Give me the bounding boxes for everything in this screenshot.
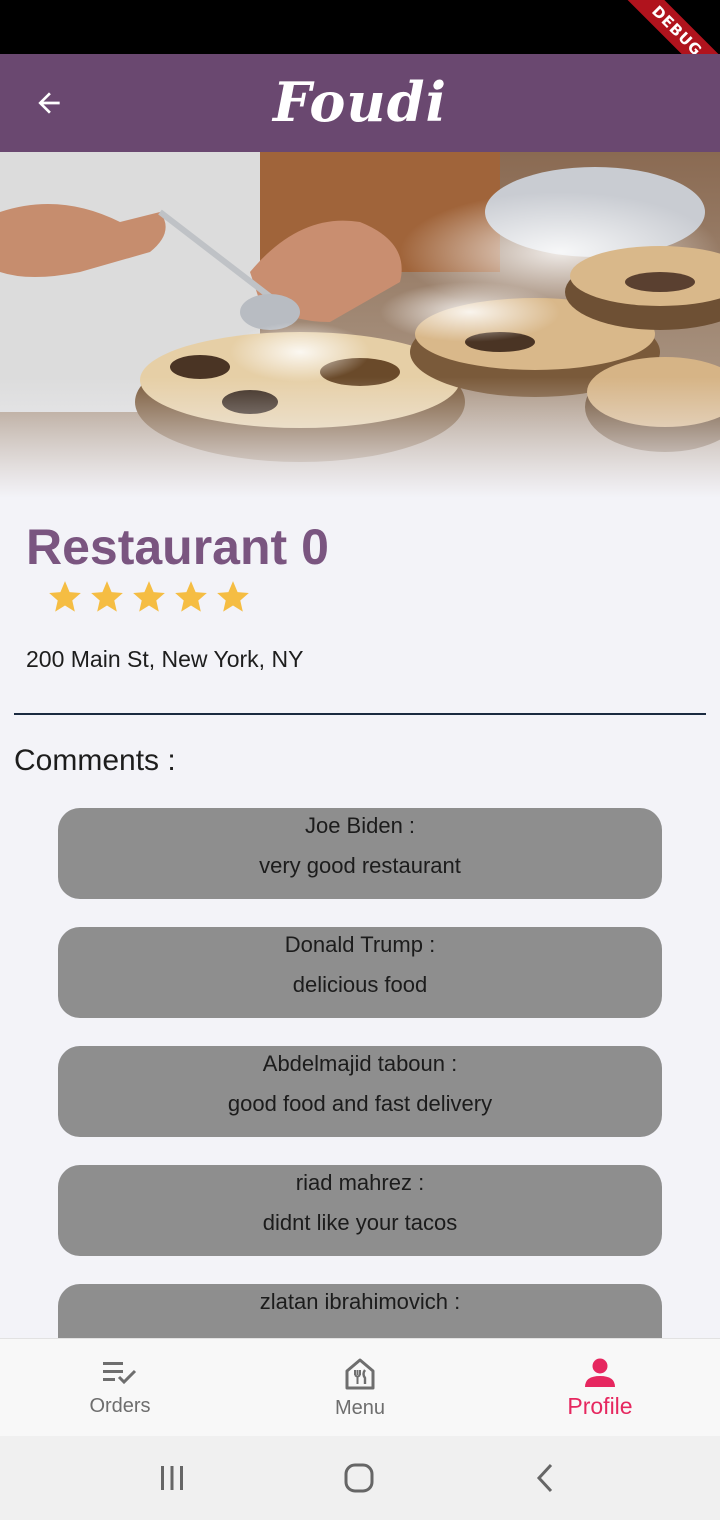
comments-heading: Comments : (14, 744, 176, 777)
nav-label-menu: Menu (334, 1397, 386, 1419)
status-bar: DEBUG (0, 0, 720, 54)
app-title: Foudi (273, 70, 447, 134)
person-icon (585, 1358, 615, 1387)
comment-author: Abdelmajid taboun : (262, 1051, 458, 1076)
star-icon (49, 581, 81, 612)
app-bar: Foudi (0, 54, 720, 152)
comment-card: Abdelmajid taboun : good food and fast d… (58, 1046, 662, 1137)
nav-item-orders[interactable]: Orders (0, 1339, 240, 1436)
restaurant-name: Restaurant 0 (26, 519, 329, 575)
comment-text: didnt like your tacos (262, 1210, 458, 1235)
recent-apps-icon (161, 1466, 183, 1490)
comment-card: Donald Trump : delicious food (58, 927, 662, 1018)
divider (14, 713, 706, 715)
checklist-icon (103, 1362, 137, 1385)
comment-author: Donald Trump : (284, 932, 436, 957)
comment-author: zlatan ibrahimovich : (259, 1289, 461, 1314)
star-icon (133, 581, 165, 612)
nav-item-profile[interactable]: Profile (480, 1339, 720, 1436)
restaurant-address: 200 Main St, New York, NY (26, 646, 304, 672)
restaurant-hero-image (0, 152, 720, 498)
nav-item-menu[interactable]: Menu (240, 1339, 480, 1436)
chevron-left-icon (536, 1463, 553, 1493)
nav-label-orders: Orders (89, 1395, 151, 1417)
recent-apps-button[interactable] (142, 1458, 202, 1498)
comment-author: Joe Biden : (304, 813, 416, 838)
home-icon (344, 1463, 374, 1493)
home-button[interactable] (329, 1458, 389, 1498)
debug-ribbon: DEBUG (607, 0, 720, 54)
comments-list[interactable]: Joe Biden : very good restaurant Donald … (58, 808, 662, 1338)
comment-card: riad mahrez : didnt like your tacos (58, 1165, 662, 1256)
restaurant-icon (345, 1358, 375, 1390)
comment-card: zlatan ibrahimovich : (58, 1284, 662, 1338)
system-back-button[interactable] (516, 1458, 576, 1498)
bottom-nav: Orders Menu Profile (0, 1338, 720, 1436)
rating-stars (46, 578, 252, 616)
comment-text: very good restaurant (259, 853, 461, 878)
comment-card: Joe Biden : very good restaurant (58, 808, 662, 899)
star-icon (217, 581, 249, 612)
system-navigation-bar (0, 1436, 720, 1520)
comment-text: good food and fast delivery (227, 1091, 493, 1116)
comment-text: delicious food (292, 972, 428, 997)
star-icon (91, 581, 123, 612)
comment-author: riad mahrez : (295, 1170, 425, 1195)
star-icon (175, 581, 207, 612)
nav-label-profile: Profile (567, 1393, 633, 1419)
